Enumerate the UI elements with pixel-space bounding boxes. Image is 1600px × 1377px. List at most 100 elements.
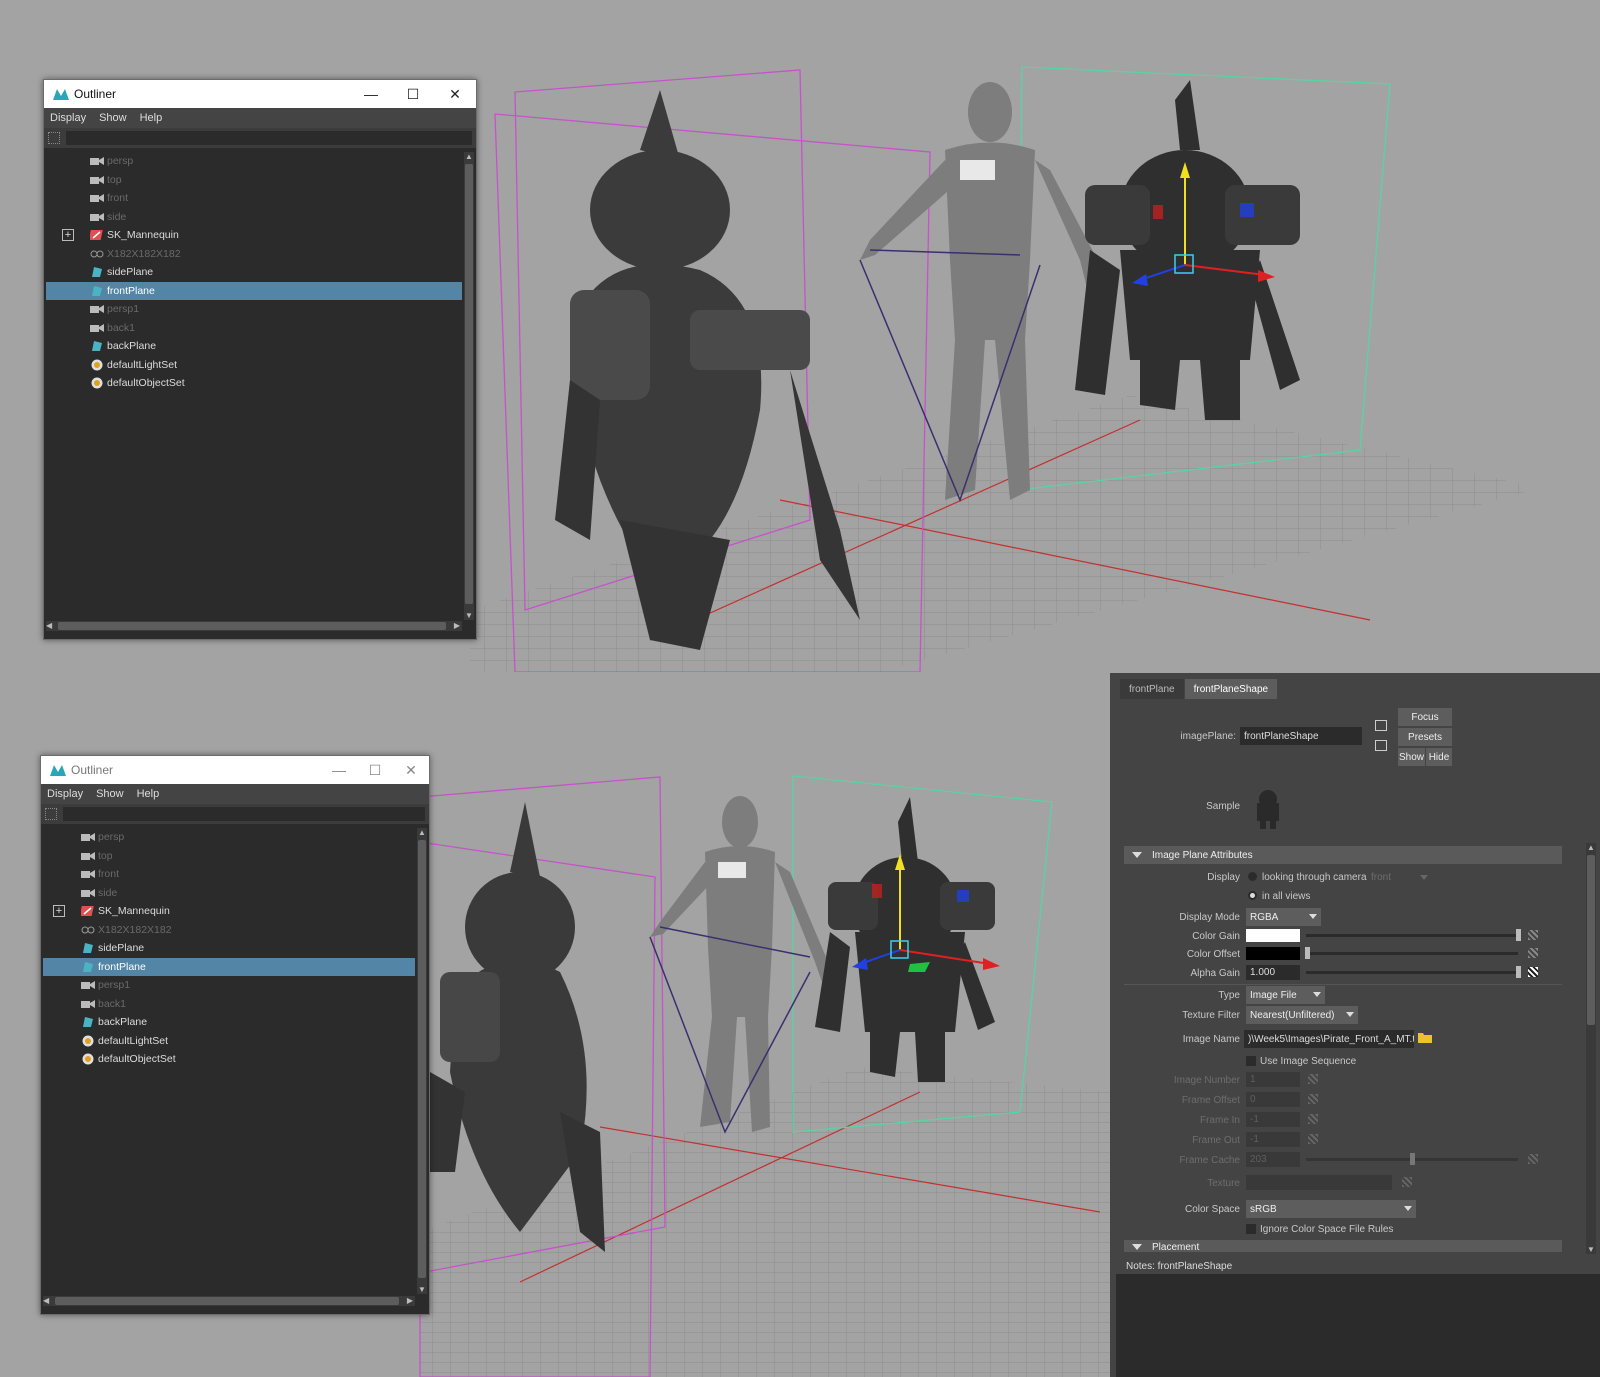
folder-icon[interactable]: [1418, 1031, 1432, 1043]
color-offset-swatch[interactable]: [1246, 947, 1300, 960]
outliner-hscrollbar[interactable]: ◀ ▶: [46, 621, 462, 631]
outliner-search-input[interactable]: [63, 807, 425, 821]
outliner-item-x182x182x182[interactable]: X182X182X182: [46, 245, 462, 264]
outliner-item-persp[interactable]: persp: [43, 828, 415, 847]
color-gain-slider-knob[interactable]: [1516, 929, 1521, 941]
expand-icon[interactable]: +: [53, 905, 65, 918]
alpha-gain-field[interactable]: 1.000: [1246, 965, 1300, 980]
skeleton-icon: [81, 905, 95, 917]
minimize-button[interactable]: —: [350, 80, 392, 108]
outliner-item-front[interactable]: front: [43, 865, 415, 884]
outliner-item-label: side: [107, 210, 127, 223]
outliner-item-backplane[interactable]: backPlane: [46, 337, 462, 356]
outliner-item-persp[interactable]: persp: [46, 152, 462, 171]
joint-icon: [81, 924, 95, 936]
outliner-item-sideplane[interactable]: sidePlane: [43, 939, 415, 958]
outliner-item-frontplane[interactable]: frontPlane: [43, 957, 415, 976]
color-gain-swatch[interactable]: [1246, 929, 1300, 942]
outliner-item-persp1[interactable]: persp1: [46, 300, 462, 319]
notes-label: Notes: frontPlaneShape: [1116, 1258, 1600, 1274]
menu-help[interactable]: Help: [137, 788, 160, 800]
filter-toggle-icon[interactable]: [48, 132, 60, 144]
color-offset-slider[interactable]: [1306, 952, 1518, 955]
texture-filter-dropdown[interactable]: Nearest(Unfiltered): [1246, 1006, 1358, 1024]
outliner-item-label: top: [98, 849, 113, 862]
outliner-item-back1[interactable]: back1: [43, 995, 415, 1014]
outliner-vscrollbar[interactable]: ▲ ▼: [464, 152, 474, 620]
outliner-titlebar[interactable]: Outliner — ☐ ✕: [44, 80, 476, 108]
outliner-item-sk_mannequin[interactable]: + SK_Mannequin: [43, 902, 415, 921]
alpha-gain-map-icon[interactable]: [1528, 967, 1538, 977]
outliner-item-top[interactable]: top: [43, 847, 415, 866]
outliner-item-side[interactable]: side: [43, 884, 415, 903]
outliner-item-frontplane[interactable]: frontPlane: [46, 281, 462, 300]
show-button[interactable]: Show: [1398, 748, 1425, 766]
outliner-item-back1[interactable]: back1: [46, 319, 462, 338]
presets-button[interactable]: Presets: [1398, 728, 1452, 746]
close-button[interactable]: ✕: [393, 756, 429, 784]
color-space-dropdown[interactable]: sRGB: [1246, 1200, 1416, 1218]
menu-show[interactable]: Show: [96, 788, 124, 800]
camera-icon: [81, 979, 95, 991]
outliner-item-defaultobjectset[interactable]: defaultObjectSet: [43, 1050, 415, 1069]
menu-display[interactable]: Display: [47, 788, 83, 800]
use-image-sequence-checkbox[interactable]: [1246, 1056, 1256, 1066]
outliner-item-defaultlightset[interactable]: defaultLightSet: [46, 356, 462, 375]
outliner-hscrollbar-inactive[interactable]: ◀ ▶: [43, 1296, 415, 1306]
outliner-item-sk_mannequin[interactable]: + SK_Mannequin: [46, 226, 462, 245]
outliner-item-label: SK_Mannequin: [98, 905, 170, 918]
output-connection-icon[interactable]: [1375, 740, 1387, 751]
texture-filter-label: Texture Filter: [1182, 1010, 1240, 1021]
placement-section[interactable]: Placement: [1124, 1240, 1562, 1252]
outliner-window[interactable]: Outliner — ☐ ✕ Display Show Help persp to…: [43, 79, 477, 640]
image-number-field: 1: [1246, 1072, 1300, 1087]
outliner-item-label: X182X182X182: [107, 247, 181, 260]
image-plane-attributes-section[interactable]: Image Plane Attributes: [1124, 846, 1562, 864]
outliner-window-inactive[interactable]: Outliner — ☐ ✕ Display Show Help persp to…: [40, 755, 430, 1315]
outliner-item-x182x182x182[interactable]: X182X182X182: [43, 921, 415, 940]
tab-frontplaneshape[interactable]: frontPlaneShape: [1184, 679, 1278, 699]
ignore-color-space-rules-checkbox[interactable]: [1246, 1224, 1256, 1234]
menu-show[interactable]: Show: [99, 112, 127, 124]
outliner-item-persp1[interactable]: persp1: [43, 976, 415, 995]
display-looking-through-camera-radio[interactable]: [1248, 872, 1257, 881]
menu-help[interactable]: Help: [140, 112, 163, 124]
outliner-vscrollbar-inactive[interactable]: ▲ ▼: [417, 828, 427, 1294]
maximize-button[interactable]: ☐: [392, 80, 434, 108]
color-offset-slider-knob[interactable]: [1305, 947, 1310, 959]
alpha-gain-slider-knob[interactable]: [1516, 966, 1521, 978]
notes-area[interactable]: [1116, 1258, 1600, 1377]
outliner-search-input[interactable]: [66, 131, 472, 145]
expand-icon[interactable]: +: [62, 229, 74, 242]
input-connection-icon[interactable]: [1375, 720, 1387, 731]
collapse-triangle-icon: [1132, 1244, 1142, 1250]
color-gain-map-icon[interactable]: [1528, 930, 1538, 940]
menu-display[interactable]: Display: [50, 112, 86, 124]
outliner-item-backplane[interactable]: backPlane: [43, 1013, 415, 1032]
imageplane-name-field[interactable]: frontPlaneShape: [1240, 727, 1362, 745]
outliner-item-side[interactable]: side: [46, 208, 462, 227]
maximize-button[interactable]: ☐: [357, 756, 393, 784]
outliner-item-top[interactable]: top: [46, 171, 462, 190]
image-name-field[interactable]: )\Week5\Images\Pirate_Front_A_MT.tga: [1244, 1030, 1414, 1048]
tab-frontplane[interactable]: frontPlane: [1120, 679, 1184, 699]
color-gain-slider[interactable]: [1306, 934, 1518, 937]
minimize-button[interactable]: —: [321, 756, 357, 784]
attribute-editor-vscrollbar[interactable]: ▲ ▼: [1586, 843, 1596, 1254]
color-offset-map-icon[interactable]: [1528, 948, 1538, 958]
close-button[interactable]: ✕: [434, 80, 476, 108]
outliner-item-defaultobjectset[interactable]: defaultObjectSet: [46, 374, 462, 393]
display-mode-dropdown[interactable]: RGBA: [1246, 908, 1321, 926]
viewport-top[interactable]: Outliner — ☐ ✕ Display Show Help persp to…: [0, 0, 1600, 672]
hide-button[interactable]: Hide: [1426, 748, 1452, 766]
outliner-item-front[interactable]: front: [46, 189, 462, 208]
outliner-filter-bar: [44, 128, 476, 148]
focus-button[interactable]: Focus: [1398, 708, 1452, 726]
alpha-gain-slider[interactable]: [1306, 971, 1518, 974]
outliner-titlebar-inactive[interactable]: Outliner — ☐ ✕: [41, 756, 429, 784]
outliner-item-sideplane[interactable]: sidePlane: [46, 263, 462, 282]
filter-toggle-icon[interactable]: [45, 808, 57, 820]
type-dropdown[interactable]: Image File: [1246, 986, 1325, 1004]
outliner-item-defaultlightset[interactable]: defaultLightSet: [43, 1032, 415, 1051]
display-in-all-views-radio[interactable]: [1248, 891, 1257, 900]
